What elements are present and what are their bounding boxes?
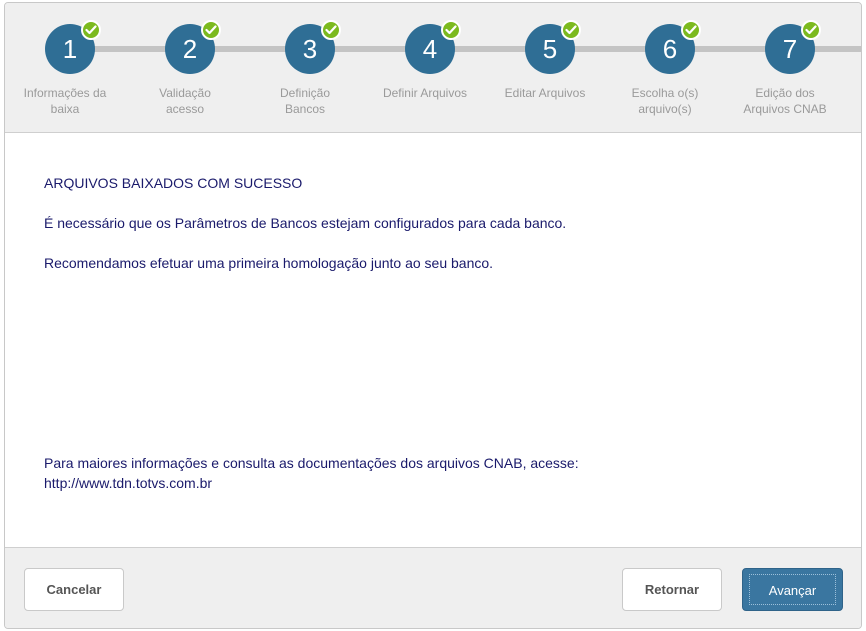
step-label: Definir Arquivos [382,86,468,100]
next-button[interactable]: Avançar [742,568,843,611]
success-title: ARQUIVOS BAIXADOS COM SUCESSO [44,175,303,191]
next-button-label: Avançar [749,574,836,605]
wizard-step-1[interactable]: 1 Informações da baixa [5,3,125,133]
wizard-step-3[interactable]: 3 Definição Bancos [245,3,365,133]
wizard-step-7[interactable]: 7 Edição dos Arquivos CNAB [725,3,845,133]
check-icon [201,20,221,40]
cancel-button[interactable]: Cancelar [24,568,124,611]
check-icon [81,20,101,40]
wizard-content: ARQUIVOS BAIXADOS COM SUCESSO É necessár… [5,134,861,547]
documentation-info: Para maiores informações e consulta as d… [44,455,579,471]
check-icon [441,20,461,40]
wizard-step-6[interactable]: 6 Escolha o(s) arquivo(s) [605,3,725,133]
back-button[interactable]: Retornar [622,568,722,611]
step-label: Definição Bancos [279,86,331,116]
check-icon [321,20,341,40]
wizard-stepper: 1 Informações da baixa 2 Validação acesso 3 D… [5,3,861,133]
homologation-notice: Recomendamos efetuar uma primeira homolo… [44,255,494,271]
check-icon [681,20,701,40]
bank-parameters-notice: É necessário que os Parâmetros de Bancos… [44,215,567,231]
step-label: Informações da baixa [23,86,107,116]
wizard-step-5[interactable]: 5 Editar Arquivos [485,3,605,133]
wizard-footer: Cancelar Retornar Avançar [5,547,861,628]
step-label: Editar Arquivos [504,86,586,100]
documentation-link[interactable]: http://www.tdn.totvs.com.br [44,473,212,493]
check-icon [561,20,581,40]
wizard-window: 1 Informações da baixa 2 Validação acesso 3 D… [4,2,862,629]
wizard-step-4[interactable]: 4 Definir Arquivos [365,3,485,133]
check-icon [801,20,821,40]
step-label: Validação acesso [159,86,211,116]
wizard-step-2[interactable]: 2 Validação acesso [125,3,245,133]
step-label: Escolha o(s) arquivo(s) [631,86,699,116]
step-label: Edição dos Arquivos CNAB [743,86,827,116]
